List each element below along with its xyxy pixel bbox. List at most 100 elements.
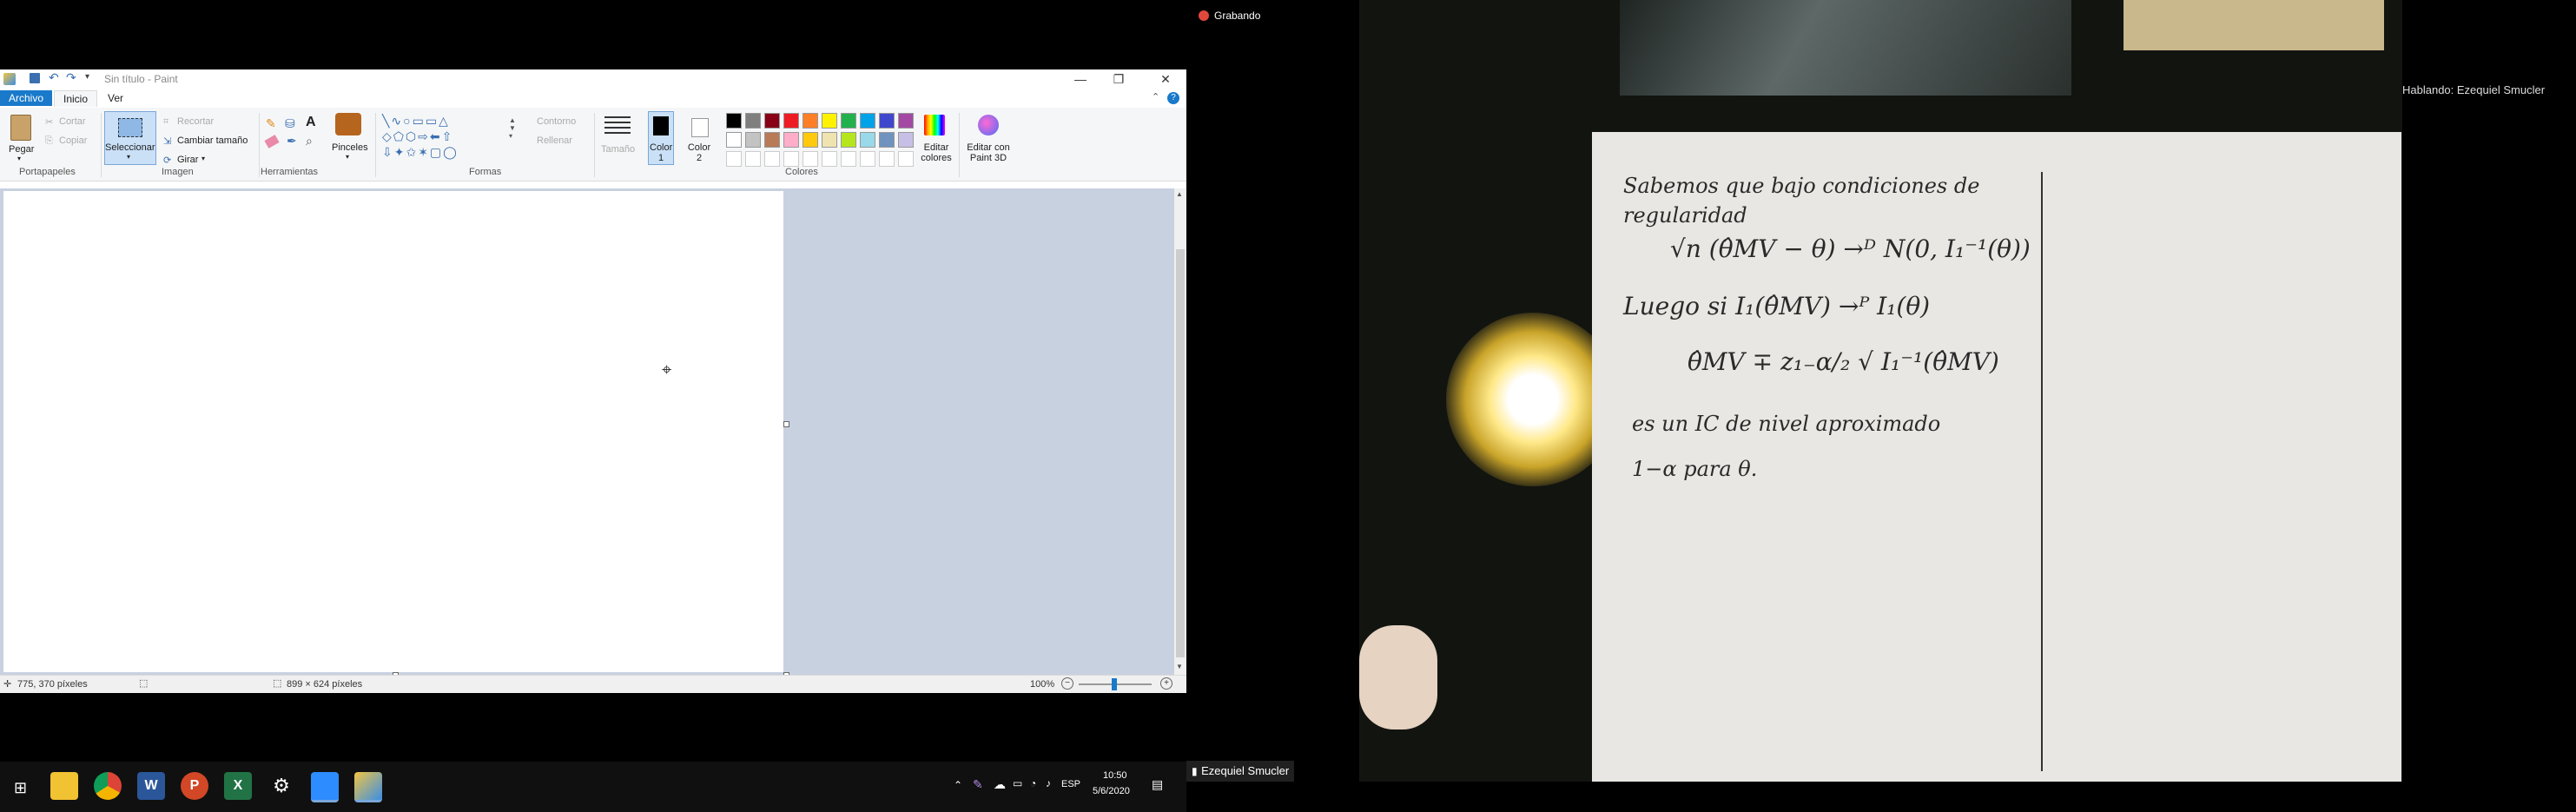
paint3d-button[interactable]: Editar con Paint 3D	[962, 142, 1014, 163]
palette-empty-swatch[interactable]	[783, 151, 799, 167]
edit-colors-button[interactable]: Editar colores	[919, 142, 954, 163]
color-picker-icon[interactable]: ✒	[287, 134, 297, 149]
color2-label[interactable]: Color 2	[686, 142, 712, 163]
palette-swatch[interactable]	[726, 132, 742, 148]
palette-swatch[interactable]	[822, 113, 837, 129]
excel-icon[interactable]: X	[224, 772, 252, 800]
palette-swatch[interactable]	[860, 113, 875, 129]
clock-date[interactable]: 5/6/2020	[1093, 786, 1130, 796]
palette-swatch[interactable]	[841, 113, 856, 129]
magnifier-icon[interactable]: ⌕	[306, 134, 313, 149]
zoom-slider-thumb[interactable]	[1112, 678, 1117, 690]
palette-swatch[interactable]	[898, 132, 914, 148]
color2-swatch[interactable]	[691, 118, 709, 137]
cut-button[interactable]: Cortar	[59, 116, 86, 127]
shapes-scroll-icon[interactable]: ▲ ▼ ▾	[509, 116, 516, 140]
tab-inicio[interactable]: Inicio	[54, 90, 98, 107]
redo-icon[interactable]: ↷	[66, 70, 76, 85]
palette-swatch[interactable]	[841, 132, 856, 148]
pencil-icon[interactable]: ✎	[266, 116, 276, 131]
language-indicator[interactable]: ESP	[1061, 779, 1080, 789]
palette-empty-swatch[interactable]	[860, 151, 875, 167]
rotate-button[interactable]: Girar	[177, 155, 198, 165]
wifi-icon[interactable]: ◔	[1030, 777, 1036, 789]
tray-chevron-icon[interactable]: ⌃	[954, 779, 962, 791]
word-icon[interactable]: W	[137, 772, 165, 800]
fill-button[interactable]: Rellenar	[537, 135, 572, 146]
drawing-canvas[interactable]	[3, 191, 783, 672]
palette-swatch[interactable]	[783, 113, 799, 129]
size-label[interactable]: Tamaño	[601, 144, 635, 155]
palette-swatch[interactable]	[783, 132, 799, 148]
paste-dropdown-icon[interactable]: ▾	[17, 155, 21, 162]
brushes-dropdown-icon[interactable]: ▾	[346, 153, 349, 161]
palette-empty-swatch[interactable]	[879, 151, 895, 167]
pen-tray-icon[interactable]: ✎	[973, 777, 983, 792]
brushes-label[interactable]: Pinceles	[332, 142, 368, 153]
palette-empty-swatch[interactable]	[841, 151, 856, 167]
eraser-icon[interactable]	[264, 135, 280, 149]
resize-button[interactable]: Cambiar tamaño	[177, 135, 248, 146]
palette-swatch[interactable]	[898, 113, 914, 129]
palette-empty-swatch[interactable]	[764, 151, 780, 167]
help-icon[interactable]: ?	[1167, 92, 1179, 104]
palette-swatch[interactable]	[803, 113, 818, 129]
tab-archivo[interactable]: Archivo	[0, 90, 53, 106]
battery-icon[interactable]: ▭	[1013, 777, 1022, 789]
paint3d-icon[interactable]	[978, 115, 999, 135]
fill-icon[interactable]: ⛁	[285, 116, 295, 131]
clock-time[interactable]: 10:50	[1103, 770, 1127, 781]
palette-empty-swatch[interactable]	[822, 151, 837, 167]
palette-empty-swatch[interactable]	[745, 151, 761, 167]
quick-access-dropdown-icon[interactable]: ▾	[85, 72, 89, 82]
select-dropdown-icon[interactable]: ▾	[127, 153, 130, 161]
palette-swatch[interactable]	[860, 132, 875, 148]
powerpoint-icon[interactable]: P	[181, 772, 208, 800]
zoom-in-button[interactable]: +	[1160, 677, 1172, 690]
palette-swatch[interactable]	[726, 113, 742, 129]
rotate-dropdown-icon[interactable]: ▾	[201, 155, 205, 162]
palette-swatch[interactable]	[879, 132, 895, 148]
zoom-out-button[interactable]: −	[1061, 677, 1073, 690]
close-button[interactable]: ✕	[1146, 69, 1185, 89]
file-explorer-icon[interactable]	[50, 772, 78, 800]
start-icon[interactable]: ⊞	[14, 779, 27, 797]
palette-empty-swatch[interactable]	[726, 151, 742, 167]
outline-button[interactable]: Contorno	[537, 116, 576, 127]
maximize-button[interactable]: ❐	[1100, 69, 1138, 89]
save-icon[interactable]	[30, 73, 40, 83]
palette-swatch[interactable]	[745, 113, 761, 129]
scroll-thumb[interactable]	[1176, 249, 1185, 657]
zoom-app-icon[interactable]	[311, 772, 339, 802]
size-icon[interactable]	[604, 116, 631, 135]
settings-icon[interactable]: ⚙	[268, 772, 295, 800]
paint-taskbar-icon[interactable]	[354, 772, 382, 802]
crop-button[interactable]: Recortar	[177, 116, 214, 127]
palette-swatch[interactable]	[822, 132, 837, 148]
undo-icon[interactable]: ↶	[49, 70, 59, 85]
volume-icon[interactable]: ♪	[1046, 777, 1051, 789]
notifications-icon[interactable]: ▤	[1152, 777, 1163, 792]
palette-swatch[interactable]	[879, 113, 895, 129]
paste-icon[interactable]	[10, 115, 31, 141]
minimize-button[interactable]: —	[1061, 69, 1100, 89]
palette-empty-swatch[interactable]	[898, 151, 914, 167]
palette-swatch[interactable]	[745, 132, 761, 148]
chrome-icon[interactable]	[94, 772, 122, 800]
palette-swatch[interactable]	[764, 132, 780, 148]
edit-colors-icon[interactable]	[924, 115, 945, 135]
tab-ver[interactable]: Ver	[99, 90, 132, 106]
brushes-icon[interactable]	[335, 113, 361, 135]
paste-button[interactable]: Pegar	[9, 144, 34, 155]
palette-swatch[interactable]	[803, 132, 818, 148]
collapse-ribbon-icon[interactable]: ⌃	[1152, 91, 1159, 102]
shapes-gallery[interactable]: ╲∿○▭▭△ ◇⬠⬡⇨⬅⇧ ⇩✦✩✶▢◯	[382, 113, 504, 162]
scroll-up-icon[interactable]: ▲	[1176, 190, 1183, 198]
copy-button[interactable]: Copiar	[59, 135, 87, 146]
vertical-scrollbar[interactable]: ▲ ▼	[1174, 188, 1186, 675]
palette-empty-swatch[interactable]	[803, 151, 818, 167]
resize-handle-right[interactable]	[783, 421, 789, 427]
palette-swatch[interactable]	[764, 113, 780, 129]
scroll-down-icon[interactable]: ▼	[1176, 663, 1183, 670]
onedrive-icon[interactable]: ☁	[994, 777, 1006, 792]
